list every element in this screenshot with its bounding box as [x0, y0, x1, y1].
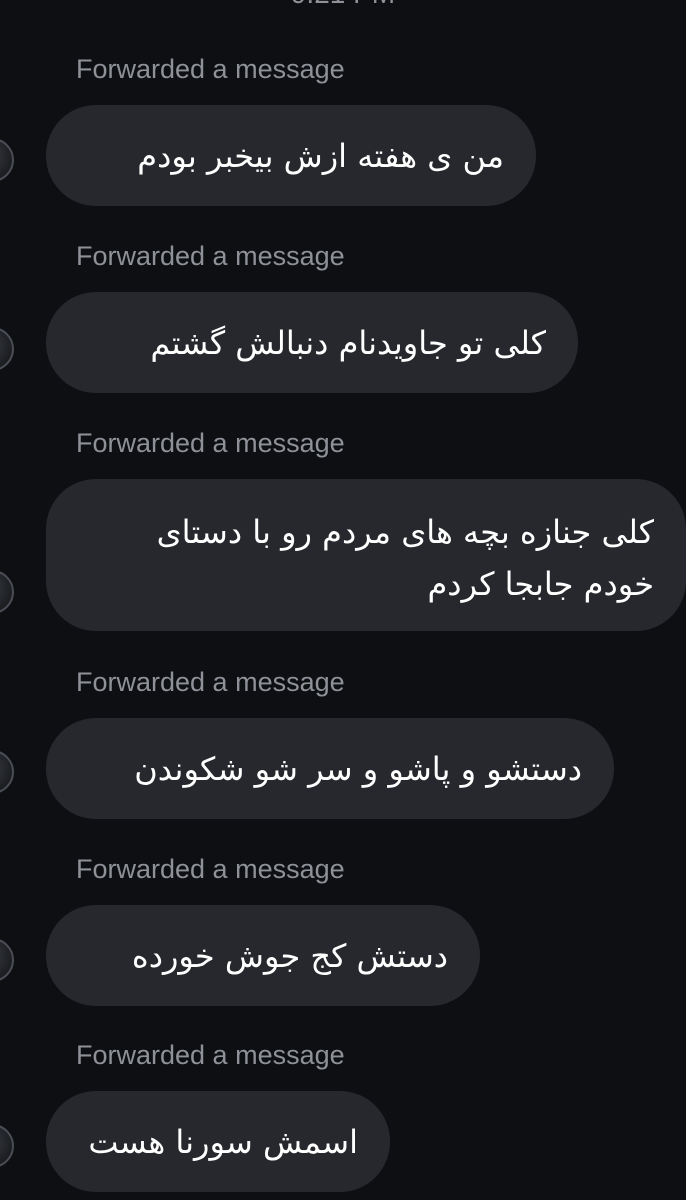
message-bubble[interactable]: کلی جنازه بچه های مردم رو با دستای خودم …: [46, 479, 686, 631]
message-text: دستش کج جوش خورده: [131, 936, 448, 975]
message-timestamp: 9:21 PM: [0, 0, 686, 10]
forwarded-label: Forwarded a message: [76, 428, 345, 458]
message-bubble[interactable]: اسمش سورنا هست: [46, 1091, 390, 1192]
message-bubble[interactable]: دستش کج جوش خورده: [46, 905, 480, 1006]
chat-screen: 9:21 PM Forwarded a message من ی هفته از…: [0, 0, 686, 1200]
sender-avatar[interactable]: [0, 570, 14, 614]
forwarded-label: Forwarded a message: [76, 667, 345, 697]
message-text: دستشو و پاشو و سر شو شکوندن: [134, 749, 582, 788]
message-bubble[interactable]: من ی هفته ازش بیخبر بودم: [46, 105, 536, 206]
message-bubble[interactable]: دستشو و پاشو و سر شو شکوندن: [46, 718, 614, 819]
sender-avatar[interactable]: [0, 750, 14, 794]
forwarded-label: Forwarded a message: [76, 854, 345, 884]
message-text: کلی تو جاویدنام دنبالش گشتم: [150, 323, 546, 362]
message-bubble[interactable]: کلی تو جاویدنام دنبالش گشتم: [46, 292, 578, 393]
sender-avatar[interactable]: [0, 327, 14, 371]
message-text: کلی جنازه بچه های مردم رو با دستای خودم …: [156, 513, 654, 603]
forwarded-label: Forwarded a message: [76, 1040, 345, 1070]
sender-avatar[interactable]: [0, 138, 14, 182]
message-text: اسمش سورنا هست: [88, 1122, 358, 1161]
sender-avatar[interactable]: [0, 1124, 14, 1168]
forwarded-label: Forwarded a message: [76, 241, 345, 271]
sender-avatar[interactable]: [0, 938, 14, 982]
message-text: من ی هفته ازش بیخبر بودم: [137, 136, 504, 175]
forwarded-label: Forwarded a message: [76, 54, 345, 84]
